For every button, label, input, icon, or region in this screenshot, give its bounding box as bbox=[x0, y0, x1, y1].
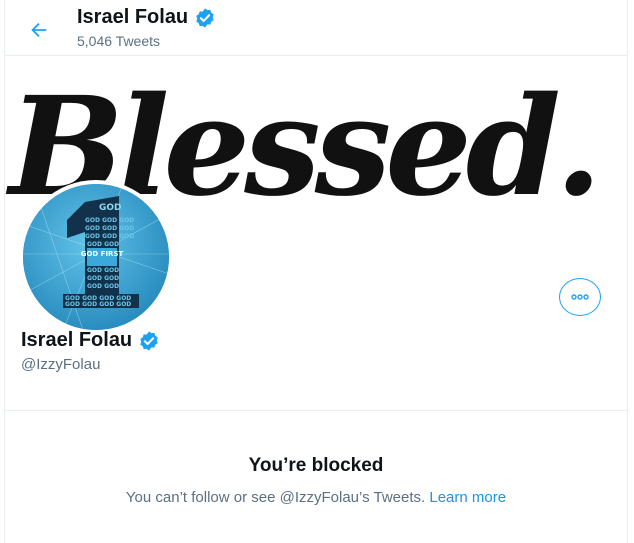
avatar-word: GOD bbox=[99, 203, 122, 213]
learn-more-link[interactable]: Learn more bbox=[429, 489, 506, 506]
profile-handle: @IzzyFolau bbox=[21, 356, 101, 373]
avatar-god-first: GOD FIRST bbox=[81, 250, 124, 258]
blocked-message-row: You can’t follow or see @IzzyFolau’s Twe… bbox=[5, 489, 627, 506]
profile-page: Israel Folau 5,046 Tweets Blessed. GOD G… bbox=[4, 0, 628, 543]
svg-text:GOD GOD: GOD GOD bbox=[87, 283, 119, 290]
svg-text:GOD GOD: GOD GOD bbox=[87, 267, 119, 274]
avatar[interactable]: GOD GOD GOD GOD GOD GOD GOD GOD GOD GOD … bbox=[19, 180, 173, 334]
header-name-row: Israel Folau bbox=[77, 6, 216, 29]
svg-text:GOD GOD: GOD GOD bbox=[87, 275, 119, 282]
more-button[interactable] bbox=[559, 278, 601, 316]
svg-text:GOD GOD GOD: GOD GOD GOD bbox=[85, 233, 134, 240]
avatar-art: GOD GOD GOD GOD GOD GOD GOD GOD GOD GOD … bbox=[23, 184, 169, 330]
more-icon bbox=[571, 294, 589, 300]
svg-text:GOD GOD GOD: GOD GOD GOD bbox=[85, 217, 134, 224]
back-button[interactable] bbox=[21, 12, 57, 48]
profile-header: Israel Folau 5,046 Tweets bbox=[5, 0, 627, 56]
verified-badge-icon bbox=[140, 330, 158, 351]
divider bbox=[5, 410, 627, 411]
arrow-left-icon bbox=[31, 22, 47, 38]
profile-name-row: Israel Folau bbox=[21, 329, 160, 352]
blocked-message: You can’t follow or see @IzzyFolau’s Twe… bbox=[125, 489, 426, 506]
svg-text:GOD GOD: GOD GOD bbox=[87, 241, 119, 248]
svg-text:GOD GOD GOD GOD: GOD GOD GOD GOD bbox=[65, 301, 131, 308]
verified-badge-icon bbox=[196, 7, 214, 28]
profile-name: Israel Folau bbox=[21, 329, 133, 351]
header-name: Israel Folau bbox=[77, 6, 189, 28]
blocked-title: You’re blocked bbox=[248, 455, 384, 476]
svg-text:GOD GOD GOD: GOD GOD GOD bbox=[85, 225, 134, 232]
tweet-count: 5,046 Tweets bbox=[77, 33, 161, 49]
